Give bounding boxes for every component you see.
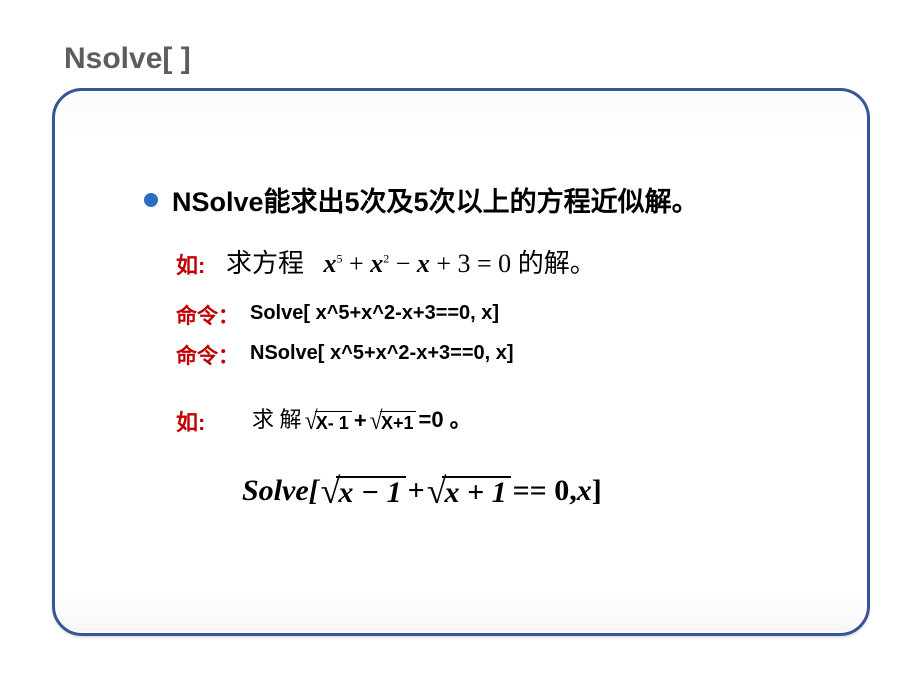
big-sqrt2: √ x + 1 <box>427 470 511 508</box>
big-x: x <box>577 474 592 508</box>
example2-plus: + <box>354 408 367 434</box>
example2-equation: 求 解 √ X- 1 + √ X+1 =0 。 <box>252 402 472 434</box>
radicand1: X- 1 <box>315 411 352 434</box>
bullet-row: NSolve能求出5次及5次以上的方程近似解。 <box>144 180 699 219</box>
cmd1-label: 命令： <box>176 300 239 330</box>
big-plus: + <box>408 474 425 508</box>
eq-tail: + 3 = 0 <box>436 249 511 278</box>
example1-label: 如: <box>176 248 205 280</box>
eq-plus2: − <box>396 249 417 278</box>
bullet-lead: N <box>172 187 192 217</box>
big-radicand1: x − 1 <box>336 476 405 508</box>
big-eq-zero: == 0, <box>513 474 577 508</box>
radical-icon: √ <box>369 408 382 434</box>
eq-x3: x <box>417 249 430 278</box>
eq-pow1: 5 <box>337 251 343 265</box>
bullet-text: NSolve能求出5次及5次以上的方程近似解。 <box>172 180 699 219</box>
bullet-body: Solve能求出5次及5次以上的方程近似解。 <box>192 187 699 217</box>
eq-pow2: 2 <box>383 251 389 265</box>
cmd2-label: 命令： <box>176 340 239 370</box>
cmd1-code: Solve[ x^5+x^2-x+3==0, x] <box>250 302 499 325</box>
eq-x2: x <box>370 249 383 278</box>
eq-x1: x <box>324 249 337 278</box>
big-close: ] <box>592 474 602 508</box>
example1-suffix: 的解。 <box>518 249 596 278</box>
big-sqrt1: √ x − 1 <box>321 470 406 508</box>
big-radicand2: x + 1 <box>442 476 510 508</box>
example1-equation: 求方程 x5 + x2 − x + 3 = 0 的解。 <box>226 243 596 280</box>
slide-title: Nsolve[ ] <box>64 42 191 76</box>
bullet-icon <box>144 193 158 207</box>
radicand2: X+1 <box>380 411 417 434</box>
sqrt1: √ X- 1 <box>304 406 352 434</box>
big-solve-equation: Solve[ √ x − 1 + √ x + 1 == 0, x] <box>242 470 602 508</box>
eq-plus1: + <box>349 249 370 278</box>
example2-tail: =0 。 <box>418 402 471 434</box>
radical-icon: √ <box>304 408 317 434</box>
example2-prefix: 求 解 <box>252 402 302 434</box>
cmd2-code: NSolve[ x^5+x^2-x+3==0, x] <box>250 342 514 365</box>
slide: Nsolve[ ] NSolve能求出5次及5次以上的方程近似解。 如: 求方程… <box>52 32 872 644</box>
example2-label: 如: <box>176 405 205 437</box>
example1-prefix: 求方程 <box>226 249 304 278</box>
sqrt2: √ X+1 <box>369 406 417 434</box>
big-solve-open: Solve[ <box>242 474 319 508</box>
